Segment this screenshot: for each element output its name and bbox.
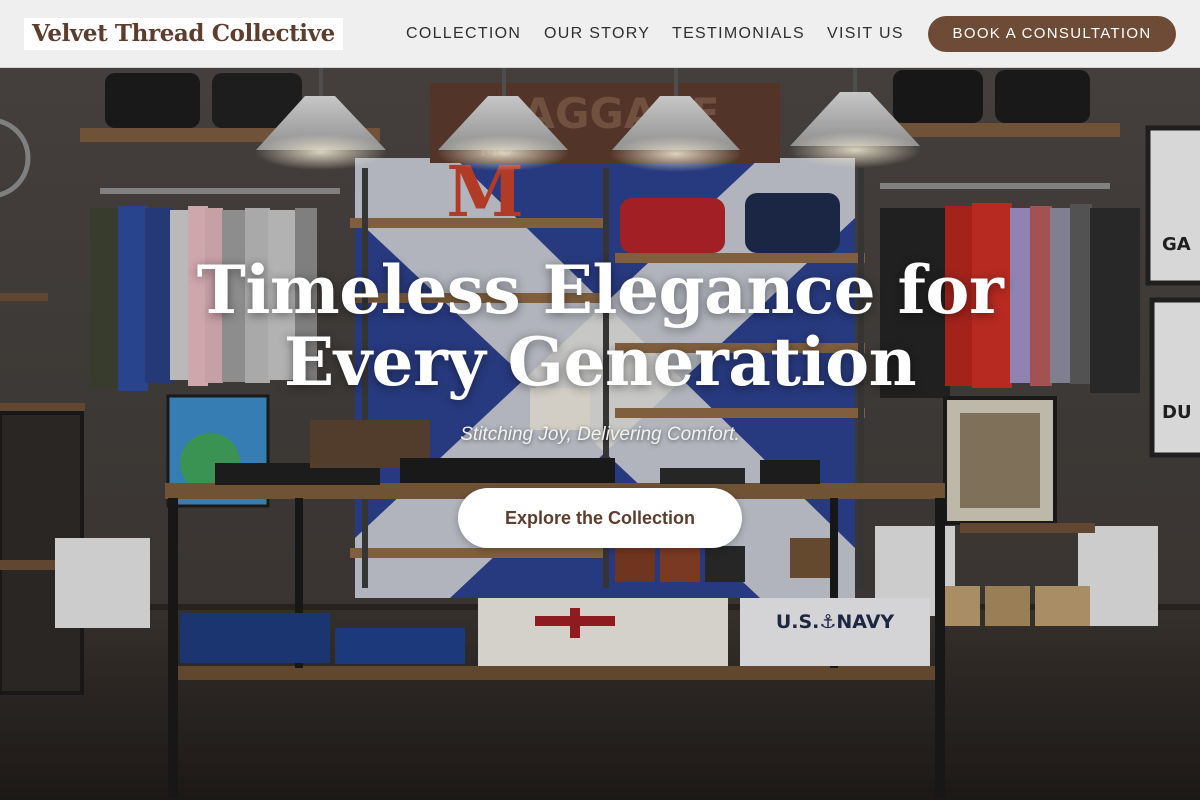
nav-link-collection[interactable]: COLLECTION (406, 22, 521, 46)
hero-section: BAGGAGE MO (0, 68, 1200, 800)
hero-tagline: Stitching Joy, Delivering Comfort. (460, 424, 740, 445)
site-header: Velvet Thread Collective COLLECTION OUR … (0, 0, 1200, 68)
site-logo[interactable]: Velvet Thread Collective (24, 18, 343, 50)
nav-link-visit-us[interactable]: VISIT US (827, 22, 904, 46)
hero-title-line-1: Timeless Elegance for (196, 251, 1004, 329)
nav-link-testimonials[interactable]: TESTIMONIALS (672, 22, 805, 46)
nav-link-our-story[interactable]: OUR STORY (544, 22, 650, 46)
explore-collection-button[interactable]: Explore the Collection (458, 488, 742, 548)
book-consultation-button[interactable]: BOOK A CONSULTATION (928, 16, 1176, 52)
hero-title-line-2: Every Generation (283, 323, 917, 401)
hero-title: Timeless Elegance for Every Generation (100, 254, 1100, 398)
